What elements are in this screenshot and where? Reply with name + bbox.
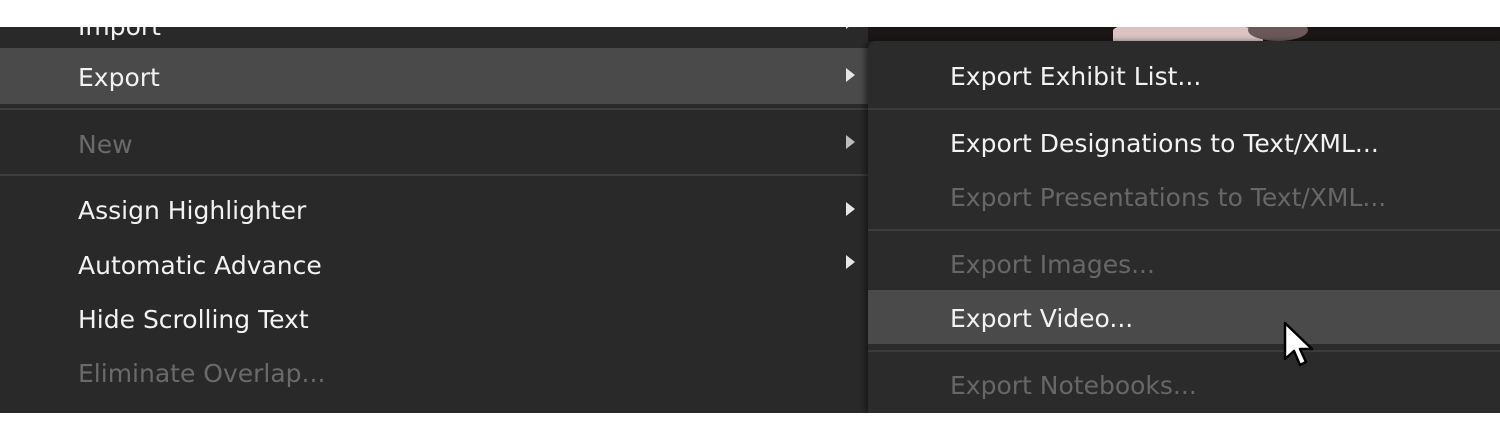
submenu-item-label: Export Designations to Text/XML... <box>950 129 1379 158</box>
submenu-item-export-images[interactable]: Export Images... <box>868 239 1500 289</box>
chevron-right-icon <box>846 135 855 149</box>
menu-item-hide-scrolling-text[interactable]: Hide Scrolling Text <box>0 295 868 345</box>
submenu-item-export-exhibit-list[interactable]: Export Exhibit List... <box>868 49 1500 101</box>
submenu-item-export-video[interactable]: Export Video... <box>868 290 1500 344</box>
menu-item-new[interactable]: New <box>0 117 868 167</box>
menu-item-assign-highlighter[interactable]: Assign Highlighter <box>0 185 868 235</box>
menu-separator <box>868 229 1500 231</box>
menu-separator <box>0 108 868 110</box>
submenu-item-label: Export Presentations to Text/XML... <box>950 183 1387 212</box>
menu-item-label: Export <box>78 63 160 92</box>
submenu-item-export-designations[interactable]: Export Designations to Text/XML... <box>868 117 1500 167</box>
menu-item-export[interactable]: Export <box>0 48 868 104</box>
context-menu-area: Import Export New Assign Highlighter Aut… <box>0 27 1500 413</box>
menu-separator <box>0 174 868 176</box>
menu-item-label: New <box>78 130 133 159</box>
menu-item-automatic-advance[interactable]: Automatic Advance <box>0 241 868 291</box>
menu-item-eliminate-overlap[interactable]: Eliminate Overlap... <box>0 349 868 399</box>
submenu-item-export-presentations[interactable]: Export Presentations to Text/XML... <box>868 171 1500 221</box>
export-submenu: Export Exhibit List... Export Designatio… <box>868 41 1500 413</box>
chevron-right-icon <box>846 202 855 216</box>
menu-item-label: Import <box>78 27 161 39</box>
menu-item-label: Automatic Advance <box>78 251 322 280</box>
background-video-frame <box>868 27 1500 41</box>
menu-separator <box>868 350 1500 352</box>
chevron-right-icon <box>846 68 855 82</box>
menu-item-label: Eliminate Overlap... <box>78 359 326 388</box>
submenu-item-export-notebooks[interactable]: Export Notebooks... <box>868 359 1500 409</box>
menu-separator <box>868 108 1500 110</box>
mouse-pointer-icon <box>1283 321 1314 367</box>
video-content <box>1113 27 1263 41</box>
submenu-item-label: Export Images... <box>950 250 1155 279</box>
chevron-right-icon <box>846 255 855 269</box>
submenu-item-label: Export Video... <box>950 304 1134 333</box>
submenu-item-label: Export Exhibit List... <box>950 62 1202 91</box>
chevron-right-icon <box>846 27 855 29</box>
menu-item-label: Assign Highlighter <box>78 196 307 225</box>
submenu-item-label: Export Notebooks... <box>950 371 1197 400</box>
menu-item-label: Hide Scrolling Text <box>78 305 309 334</box>
menu-item-import[interactable]: Import <box>0 27 868 41</box>
main-context-menu: Import Export New Assign Highlighter Aut… <box>0 27 868 413</box>
